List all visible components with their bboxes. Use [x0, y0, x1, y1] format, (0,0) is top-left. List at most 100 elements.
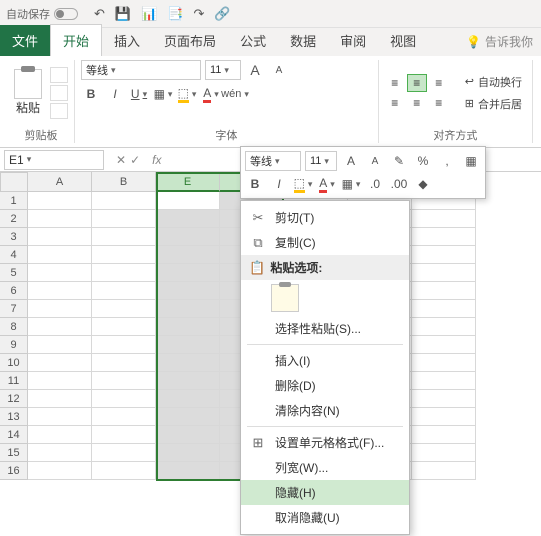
- cell[interactable]: [28, 354, 92, 372]
- rowhead[interactable]: 12: [0, 390, 28, 408]
- underline-button[interactable]: U: [129, 84, 149, 104]
- cell[interactable]: [28, 264, 92, 282]
- cell[interactable]: [412, 300, 476, 318]
- cell[interactable]: [412, 354, 476, 372]
- cell[interactable]: [156, 246, 220, 264]
- cell[interactable]: [412, 336, 476, 354]
- cell[interactable]: [412, 462, 476, 480]
- cell[interactable]: [28, 462, 92, 480]
- cell[interactable]: [92, 426, 156, 444]
- cell[interactable]: [92, 192, 156, 210]
- cell[interactable]: [92, 282, 156, 300]
- rowhead[interactable]: 4: [0, 246, 28, 264]
- align-top-button[interactable]: ≡: [385, 74, 405, 92]
- fill-color-button[interactable]: ⬚: [177, 84, 197, 104]
- mini-border[interactable]: ▦: [341, 174, 361, 194]
- rowhead[interactable]: 7: [0, 300, 28, 318]
- mini-dec-font[interactable]: A: [365, 151, 385, 171]
- rowhead[interactable]: 13: [0, 408, 28, 426]
- tab-home[interactable]: 开始: [50, 24, 102, 56]
- qat-undo[interactable]: ↶: [94, 6, 105, 22]
- cell[interactable]: [412, 444, 476, 462]
- cell[interactable]: [156, 264, 220, 282]
- cell[interactable]: [156, 318, 220, 336]
- ctx-insert[interactable]: 插入(I): [241, 348, 409, 373]
- rowhead[interactable]: 1: [0, 192, 28, 210]
- cell[interactable]: [28, 408, 92, 426]
- ctx-hide[interactable]: 隐藏(H): [241, 480, 409, 505]
- cell[interactable]: [92, 318, 156, 336]
- qat-save[interactable]: 💾: [115, 6, 131, 22]
- autosave-toggle[interactable]: 自动保存: [6, 6, 78, 22]
- cell[interactable]: [28, 228, 92, 246]
- ctx-cut[interactable]: ✂ 剪切(T): [241, 205, 409, 230]
- decrease-font-button[interactable]: A: [269, 60, 289, 80]
- cell[interactable]: [412, 246, 476, 264]
- align-right-button[interactable]: ≡: [429, 94, 449, 112]
- select-all-corner[interactable]: [0, 172, 28, 192]
- cell[interactable]: [92, 264, 156, 282]
- colhead-e[interactable]: E: [156, 172, 220, 192]
- cell[interactable]: [156, 300, 220, 318]
- rowhead[interactable]: 6: [0, 282, 28, 300]
- cell[interactable]: [412, 390, 476, 408]
- cell[interactable]: [28, 444, 92, 462]
- mini-italic[interactable]: I: [269, 174, 289, 194]
- tell-me[interactable]: 💡 告诉我你: [458, 27, 541, 56]
- cell[interactable]: [92, 372, 156, 390]
- cell[interactable]: [92, 210, 156, 228]
- qat-chart[interactable]: 📊: [141, 6, 157, 22]
- cell[interactable]: [412, 426, 476, 444]
- ctx-copy[interactable]: ⧉ 复制(C): [241, 230, 409, 255]
- tab-layout[interactable]: 页面布局: [152, 25, 228, 56]
- qat-sheet[interactable]: 📑: [167, 6, 183, 22]
- rowhead[interactable]: 16: [0, 462, 28, 480]
- tab-review[interactable]: 审阅: [328, 25, 378, 56]
- cell[interactable]: [156, 210, 220, 228]
- qat-link[interactable]: 🔗: [214, 6, 230, 22]
- cell[interactable]: [156, 192, 220, 210]
- format-painter-button[interactable]: [50, 103, 68, 119]
- cell[interactable]: [156, 372, 220, 390]
- ctx-unhide[interactable]: 取消隐藏(U): [241, 505, 409, 530]
- mini-inc-decimal[interactable]: .00: [389, 174, 409, 194]
- ctx-format-cells[interactable]: ⊞ 设置单元格格式(F)...: [241, 430, 409, 455]
- cell[interactable]: [28, 390, 92, 408]
- font-color-button[interactable]: A: [201, 84, 221, 104]
- tab-file[interactable]: 文件: [0, 25, 50, 56]
- rowhead[interactable]: 14: [0, 426, 28, 444]
- copy-button[interactable]: [50, 85, 68, 101]
- cell[interactable]: [28, 318, 92, 336]
- cell[interactable]: [28, 282, 92, 300]
- rowhead[interactable]: 8: [0, 318, 28, 336]
- cell[interactable]: [92, 354, 156, 372]
- font-size-combo[interactable]: 11: [205, 60, 241, 80]
- align-left-button[interactable]: ≡: [385, 94, 405, 112]
- mini-clear[interactable]: ◆: [413, 174, 433, 194]
- mini-font-combo[interactable]: 等线: [245, 151, 301, 171]
- cell[interactable]: [28, 210, 92, 228]
- cell[interactable]: [92, 246, 156, 264]
- cell[interactable]: [412, 318, 476, 336]
- cell[interactable]: [156, 408, 220, 426]
- cell[interactable]: [156, 282, 220, 300]
- rowhead[interactable]: 11: [0, 372, 28, 390]
- mini-size-combo[interactable]: 11: [305, 151, 337, 171]
- cell[interactable]: [92, 444, 156, 462]
- increase-font-button[interactable]: A: [245, 60, 265, 80]
- rowhead[interactable]: 9: [0, 336, 28, 354]
- cell[interactable]: [156, 336, 220, 354]
- mini-font-color[interactable]: A: [317, 174, 337, 194]
- cell[interactable]: [92, 390, 156, 408]
- enter-formula-button[interactable]: ✓: [130, 153, 140, 167]
- cell[interactable]: [92, 228, 156, 246]
- rowhead[interactable]: 15: [0, 444, 28, 462]
- name-box[interactable]: E1: [4, 150, 104, 170]
- align-bottom-button[interactable]: ≡: [429, 74, 449, 92]
- rowhead[interactable]: 3: [0, 228, 28, 246]
- mini-inc-font[interactable]: A: [341, 151, 361, 171]
- ctx-column-width[interactable]: 列宽(W)...: [241, 455, 409, 480]
- ctx-delete[interactable]: 删除(D): [241, 373, 409, 398]
- mini-borders[interactable]: ▦: [461, 151, 481, 171]
- align-center-button[interactable]: ≡: [407, 94, 427, 112]
